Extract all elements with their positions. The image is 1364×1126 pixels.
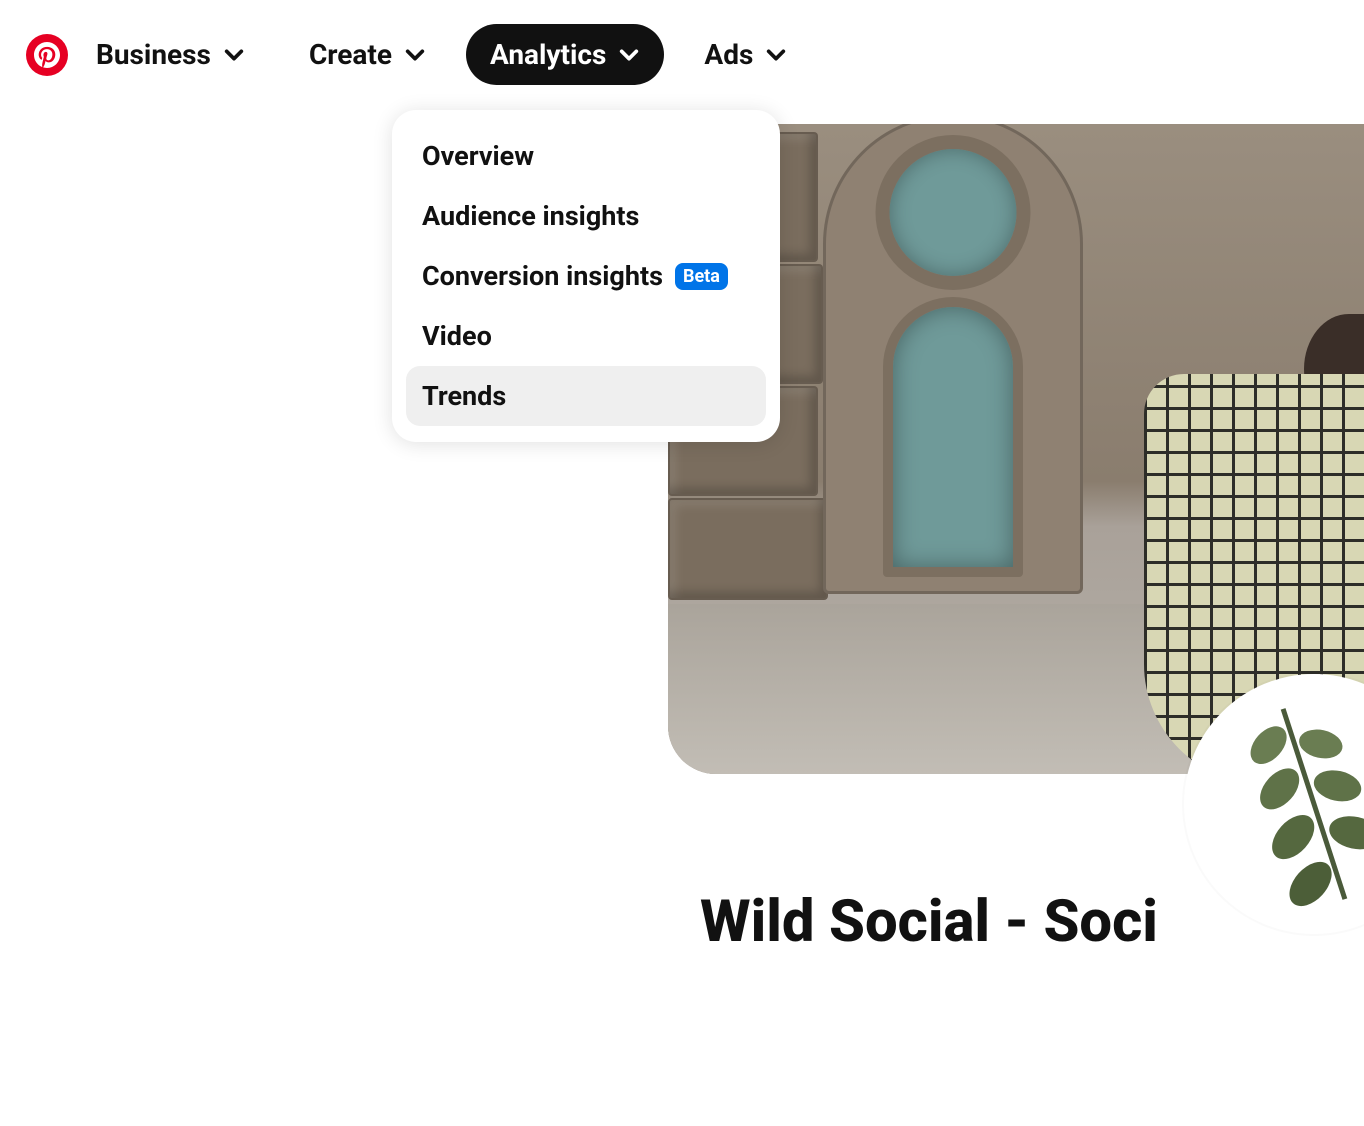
menu-label: Conversion insights	[422, 260, 663, 292]
menu-audience-insights[interactable]: Audience insights	[406, 186, 766, 246]
chevron-down-icon	[223, 44, 245, 66]
nav-business[interactable]: Business	[84, 24, 269, 85]
menu-conversion-insights[interactable]: Conversion insights Beta	[406, 246, 766, 306]
chevron-down-icon	[618, 44, 640, 66]
menu-label: Video	[422, 320, 492, 352]
nav-ads[interactable]: Ads	[680, 24, 811, 85]
nav-label: Create	[309, 38, 392, 71]
nav-analytics[interactable]: Analytics	[466, 24, 664, 85]
menu-label: Trends	[422, 380, 506, 412]
menu-label: Audience insights	[422, 200, 639, 232]
pinterest-logo-icon[interactable]	[26, 34, 68, 76]
nav-label: Analytics	[490, 38, 606, 71]
menu-video[interactable]: Video	[406, 306, 766, 366]
nav-create[interactable]: Create	[285, 24, 450, 85]
menu-trends[interactable]: Trends	[406, 366, 766, 426]
profile-title: Wild Social - Soci	[700, 888, 1158, 956]
beta-badge: Beta	[675, 263, 728, 290]
nav-label: Ads	[704, 38, 753, 71]
chevron-down-icon	[404, 44, 426, 66]
nav-label: Business	[96, 38, 211, 71]
menu-overview[interactable]: Overview	[406, 126, 766, 186]
chevron-down-icon	[765, 44, 787, 66]
analytics-dropdown: Overview Audience insights Conversion in…	[392, 110, 780, 442]
top-nav: Business Create Analytics Ads	[0, 0, 1364, 109]
menu-label: Overview	[422, 140, 534, 172]
leaf-icon	[1194, 674, 1364, 934]
